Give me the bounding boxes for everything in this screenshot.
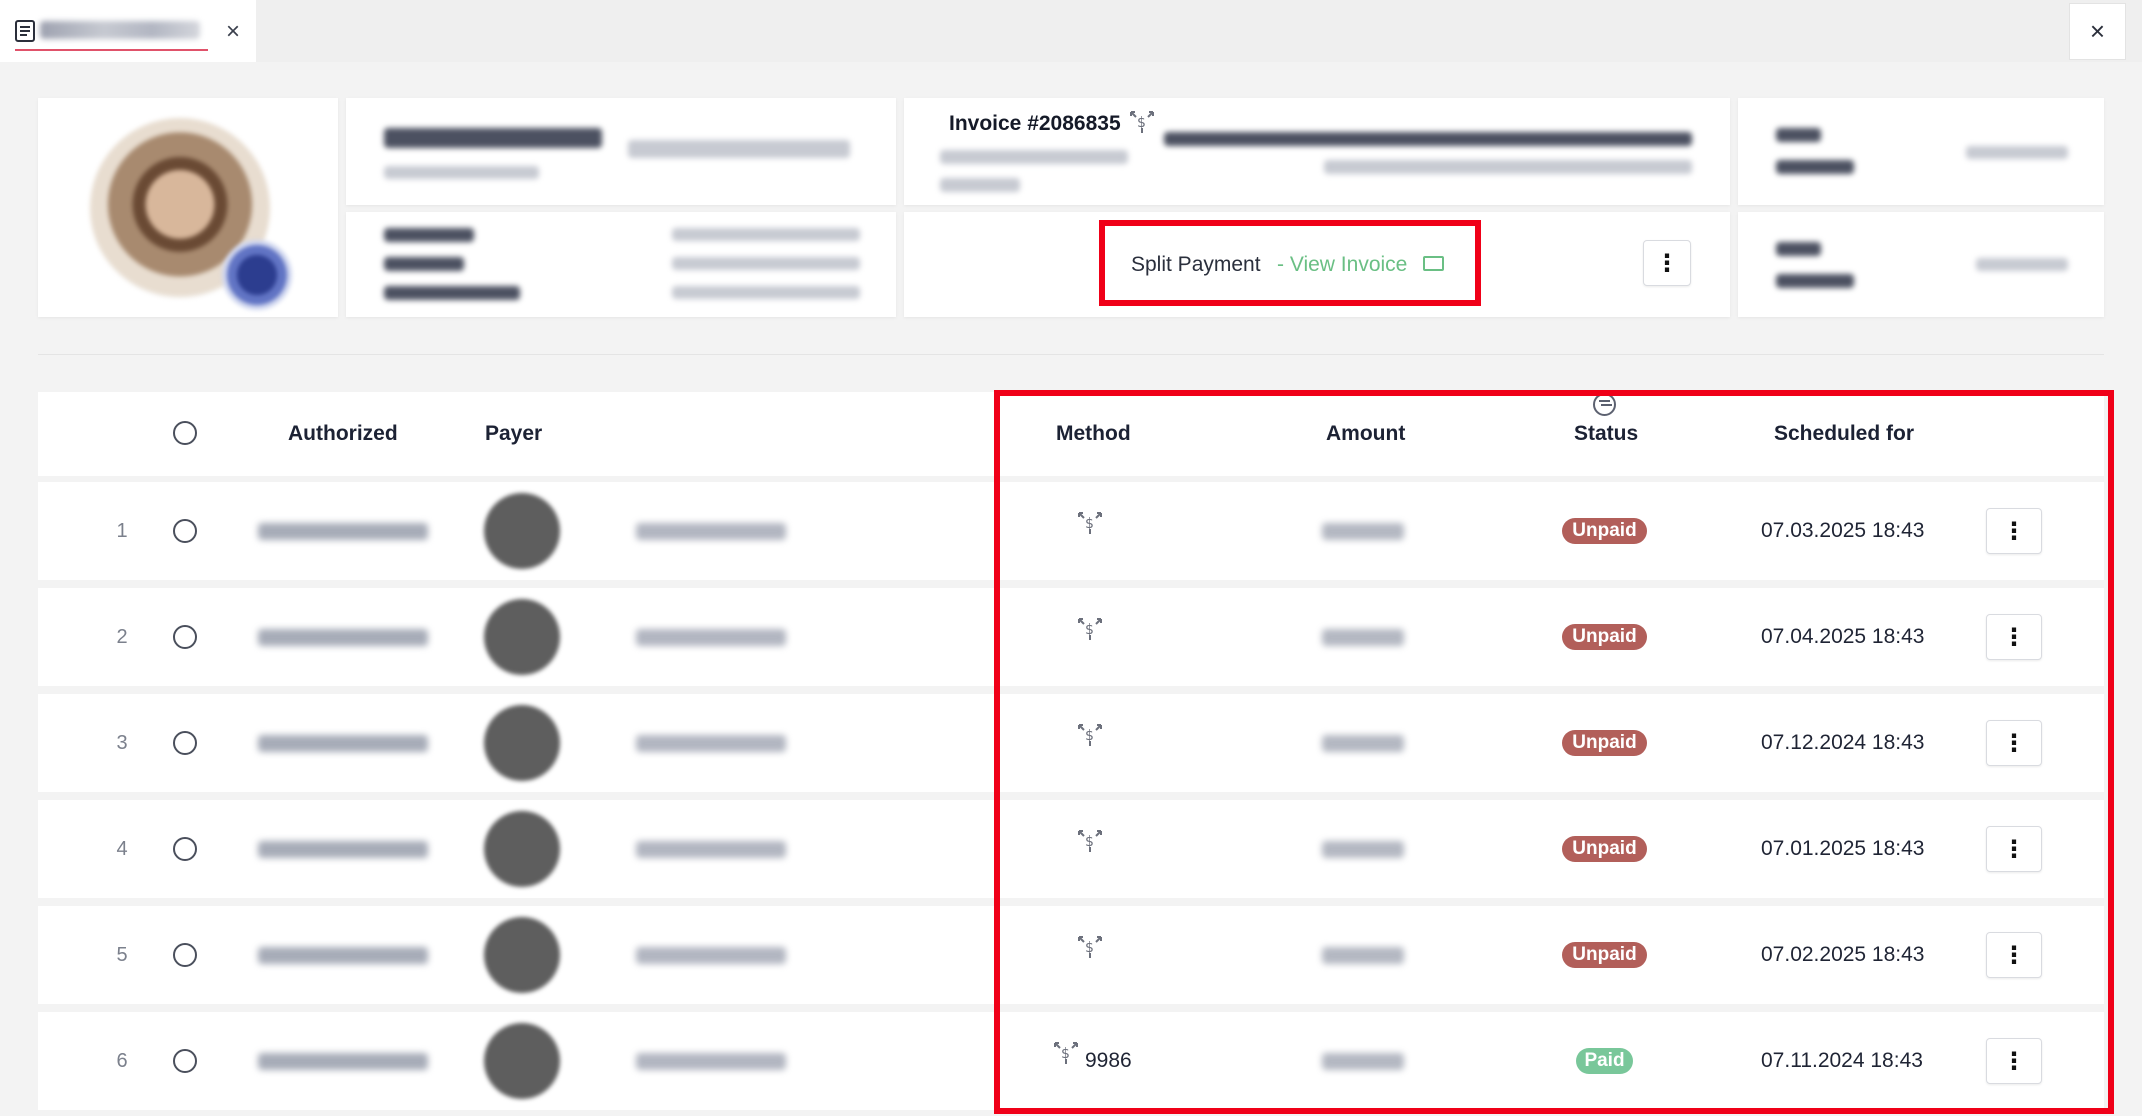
row-number: 4 [116, 838, 128, 860]
tab-title-redacted [40, 21, 200, 39]
paid-amount-label-redacted [1776, 242, 1821, 256]
dates-labels-redacted [384, 228, 474, 242]
payer-name-redacted [636, 947, 786, 964]
dates-labels-redacted [384, 257, 464, 271]
invoice-description-redacted [1164, 132, 1692, 146]
tab-underline [15, 49, 208, 51]
tab-bar: × × [0, 0, 2142, 62]
payer-avatar [484, 811, 560, 887]
authorized-date-redacted [258, 841, 428, 858]
document-icon [15, 20, 35, 42]
payer-name-redacted [636, 735, 786, 752]
total-amount-label-redacted [1776, 128, 1821, 142]
row-select-radio[interactable] [173, 519, 197, 543]
authorized-date-redacted [258, 523, 428, 540]
paid-amount-value-redacted [1976, 258, 2068, 271]
highlight-split-payment [1099, 220, 1481, 306]
payer-avatar [484, 1023, 560, 1099]
header-authorized[interactable]: Authorized [288, 422, 398, 446]
payer-name-redacted [636, 629, 786, 646]
dates-values-redacted [672, 257, 860, 270]
row-number: 5 [116, 944, 128, 966]
row-number: 2 [116, 626, 128, 648]
row-number: 3 [116, 732, 128, 754]
payer-avatar [484, 917, 560, 993]
dates-values-redacted [672, 228, 860, 241]
payer-avatar [484, 599, 560, 675]
row-number: 1 [116, 520, 128, 542]
total-amount-label-redacted [1776, 160, 1854, 174]
header-payer[interactable]: Payer [485, 422, 542, 446]
dates-labels-redacted [384, 286, 520, 300]
row-select-radio[interactable] [173, 837, 197, 861]
payer-name-redacted [636, 1053, 786, 1070]
invoice-title: Invoice #2086835 [949, 112, 1121, 135]
tab-active[interactable]: × [0, 0, 256, 62]
authorized-date-redacted [258, 735, 428, 752]
payer-name-redacted [636, 523, 786, 540]
customer-name-redacted [384, 128, 602, 148]
invoice-sub-redacted [940, 150, 1128, 164]
row-number: 6 [116, 1050, 128, 1072]
invoice-sub-redacted [1324, 160, 1692, 174]
invoice-more-button[interactable]: ⋮ [1643, 240, 1691, 286]
split-payment-icon: $ [1130, 111, 1154, 133]
section-divider [38, 354, 2104, 355]
row-select-radio[interactable] [173, 943, 197, 967]
window-close-button[interactable]: × [2069, 3, 2126, 60]
total-amount-value-redacted [1966, 146, 2068, 159]
payer-avatar [484, 705, 560, 781]
row-select-radio[interactable] [173, 1049, 197, 1073]
row-select-radio[interactable] [173, 625, 197, 649]
avatar-badge-icon [222, 240, 292, 310]
dates-values-redacted [672, 286, 860, 299]
view-subscriptions-redacted[interactable] [628, 140, 850, 158]
authorized-date-redacted [258, 629, 428, 646]
payer-name-redacted [636, 841, 786, 858]
invoice-sub-redacted [940, 178, 1020, 192]
customer-id-redacted [384, 166, 539, 179]
row-select-radio[interactable] [173, 731, 197, 755]
select-all-radio[interactable] [173, 421, 197, 445]
paid-amount-label-redacted [1776, 274, 1854, 288]
highlight-payment-columns [994, 390, 2114, 1114]
authorized-date-redacted [258, 947, 428, 964]
authorized-date-redacted [258, 1053, 428, 1070]
payer-avatar [484, 493, 560, 569]
tab-close-icon[interactable]: × [226, 20, 240, 44]
